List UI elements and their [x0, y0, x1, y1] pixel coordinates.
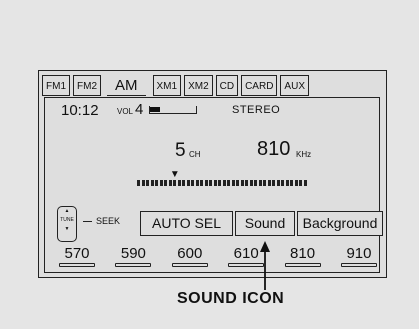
callout-arrow-icon: [260, 241, 270, 252]
callout-leader: [260, 241, 270, 290]
sound-icon-callout: SOUND ICON: [177, 290, 285, 307]
